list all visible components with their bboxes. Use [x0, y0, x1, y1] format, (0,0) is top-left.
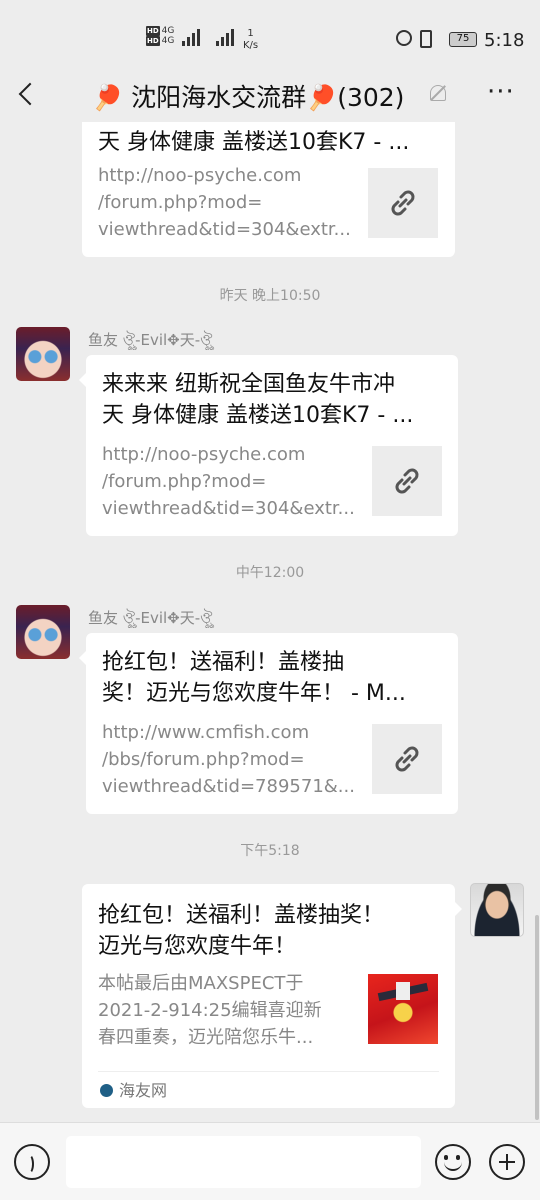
vibrate-icon: [420, 30, 432, 48]
more-functions-button[interactable]: [489, 1144, 525, 1180]
emoji-button[interactable]: [435, 1144, 471, 1180]
muted-bell-icon: [430, 85, 446, 101]
link-card[interactable]: 抢红包！送福利！盖楼抽奖！ 迈光与您欢度牛年！ 本帖最后由MAXSPECT于 2…: [82, 884, 462, 1108]
sender-name: 鱼友 ঔৣ-Evil✥天-ঔৣ: [88, 331, 213, 349]
status-time: 5:18: [484, 30, 525, 51]
back-button[interactable]: [14, 80, 44, 110]
scrollbar[interactable]: [535, 915, 539, 1120]
chat-header: 🏓 沈阳海水交流群🏓(302) ···: [0, 70, 540, 122]
link-card-title: 来来来 纽斯祝全国鱼友牛市冲 天 身体健康 盖楼送10套K7 - ...: [102, 372, 414, 428]
voice-button[interactable]: [14, 1144, 50, 1180]
link-thumbnail: [372, 724, 442, 794]
link-icon: [395, 468, 419, 494]
network-indicator: HD 4G HD 4G: [146, 26, 175, 46]
link-card[interactable]: 天 身体健康 盖楼送10套K7 - ... http://noo-psyche.…: [82, 122, 455, 257]
battery-icon: 75: [449, 32, 477, 47]
link-source: 海友网: [100, 1077, 167, 1101]
link-card-title: 抢红包！送福利！盖楼抽奖！ 迈光与您欢度牛年！: [98, 903, 385, 959]
link-card-title: 天 身体健康 盖楼送10套K7 - ...: [98, 130, 410, 155]
alarm-icon: [396, 30, 412, 46]
link-thumbnail: [368, 168, 438, 238]
link-thumbnail-image: [368, 974, 438, 1044]
input-bar: [0, 1122, 540, 1200]
time-separator: 下午5:18: [240, 843, 300, 859]
sender-name: 鱼友 ঔৣ-Evil✥天-ঔৣ: [88, 609, 213, 627]
link-card-url: http://www.cmfish.com /bbs/forum.php?mod…: [102, 722, 355, 797]
more-button[interactable]: ···: [487, 79, 515, 105]
signal-icon: [182, 28, 202, 46]
divider: [98, 1071, 439, 1072]
source-name: 海友网: [119, 1081, 168, 1100]
signal-icon: [216, 28, 236, 46]
link-card[interactable]: 抢红包！送福利！盖楼抽 奖！迈光与您欢度牛年！ - M... http://ww…: [79, 633, 458, 814]
link-card-title: 抢红包！送福利！盖楼抽 奖！迈光与您欢度牛年！ - M...: [102, 650, 406, 706]
link-card-url: http://noo-psyche.com /forum.php?mod= vi…: [102, 444, 355, 519]
status-bar: HD 4G HD 4G 1 K/s 75 5:18: [0, 0, 540, 70]
avatar[interactable]: [16, 327, 70, 381]
time-separator: 昨天 晚上10:50: [219, 288, 321, 304]
voice-icon: [24, 1154, 34, 1174]
battery-level: 75: [456, 33, 470, 44]
link-icon: [395, 746, 419, 772]
avatar[interactable]: [16, 605, 70, 659]
link-card[interactable]: 来来来 纽斯祝全国鱼友牛市冲 天 身体健康 盖楼送10套K7 - ... htt…: [79, 355, 458, 536]
link-thumbnail: [372, 446, 442, 516]
link-icon: [391, 190, 415, 216]
message-input[interactable]: [66, 1136, 421, 1188]
link-card-description: 本帖最后由MAXSPECT于 2021-2-914:25编辑喜迎新 春四重奏，迈…: [98, 973, 322, 1048]
link-card-url: http://noo-psyche.com /forum.php?mod= vi…: [98, 165, 351, 240]
message-list[interactable]: 天 身体健康 盖楼送10套K7 - ... http://noo-psyche.…: [0, 122, 540, 1122]
chat-title: 🏓 沈阳海水交流群🏓(302): [92, 83, 405, 112]
my-avatar[interactable]: [470, 883, 524, 937]
time-separator: 中午12:00: [235, 565, 305, 581]
network-speed: 1 K/s: [243, 28, 259, 51]
source-logo-icon: [100, 1084, 113, 1097]
